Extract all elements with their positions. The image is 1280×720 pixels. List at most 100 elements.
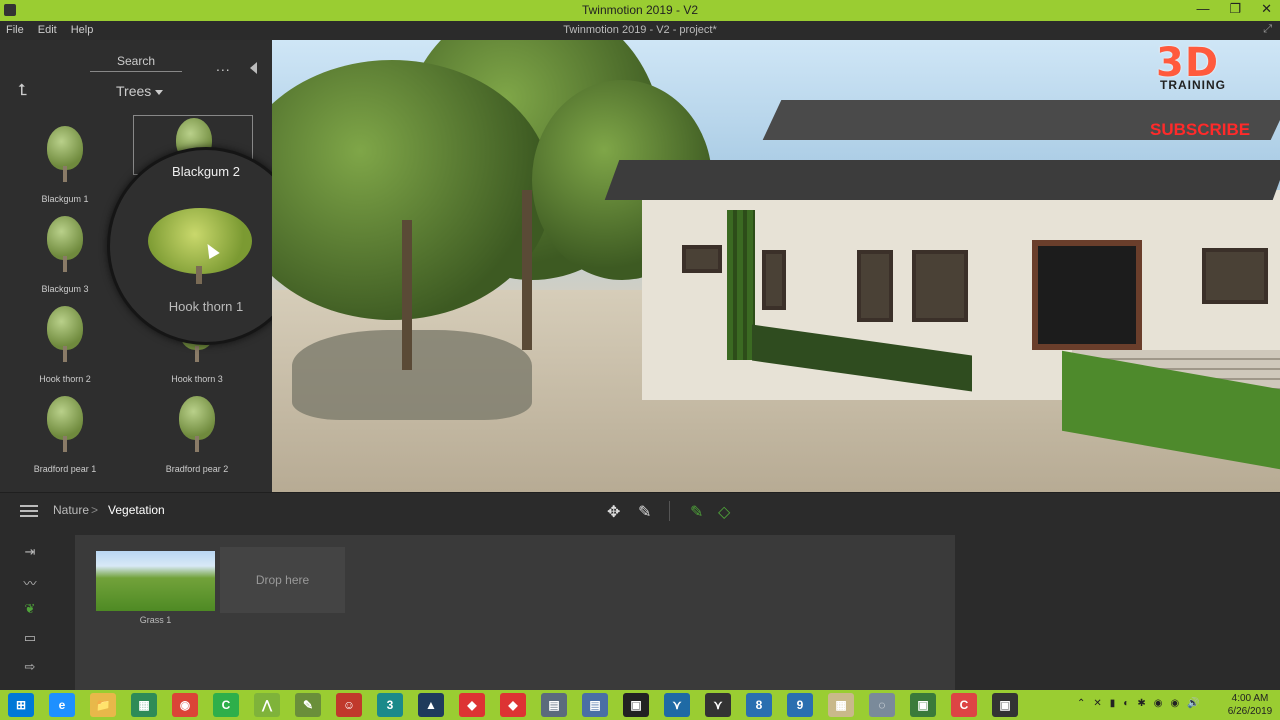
collapse-panel-icon[interactable] <box>250 62 257 74</box>
taskbar-app-icon[interactable]: ▣ <box>623 693 649 717</box>
breadcrumb-separator: > <box>91 503 99 517</box>
house-window <box>912 250 968 322</box>
3d-viewport[interactable]: 3D TRAINING SUBSCRIBE <box>272 40 1280 492</box>
tree-thumbnail <box>41 214 89 274</box>
taskbar-app-icon[interactable]: C <box>213 693 239 717</box>
pond <box>292 330 532 420</box>
breadcrumb-nature[interactable]: Nature <box>53 503 89 517</box>
subscribe-text: SUBSCRIBE <box>1150 120 1251 139</box>
grass-label: Grass 1 <box>139 615 172 625</box>
drop-zone[interactable]: Drop here <box>220 547 345 613</box>
tray-icon[interactable]: ◐ <box>1123 698 1129 709</box>
clock[interactable]: 4:00 AM 6/26/2019 <box>1222 692 1278 718</box>
taskbar-app-icon[interactable]: ☺ <box>336 693 362 717</box>
tree-trunk <box>402 220 412 370</box>
window-title: Twinmotion 2019 - V2 <box>581 3 699 17</box>
taskbar-app-icon[interactable]: ▲ <box>418 693 444 717</box>
house-window <box>682 245 722 273</box>
left-rail: ⇥ 〰 ❦ ▭ ⇨ <box>0 528 75 690</box>
move-tool-icon[interactable]: ✥ <box>607 502 620 522</box>
asset-blackgum-1[interactable]: Blackgum 1 <box>5 124 125 208</box>
maximize-button[interactable]: ❐ <box>1229 1 1241 17</box>
taskbar-app-icon[interactable]: ⋎ <box>705 693 731 717</box>
asset-label: Hook thorn 3 <box>171 374 223 384</box>
leaf-icon[interactable]: ❦ <box>20 601 40 617</box>
taskbar-app-icon[interactable]: ▦ <box>828 693 854 717</box>
eraser-icon[interactable]: ◇ <box>718 502 730 522</box>
taskbar-app-icon[interactable]: ▣ <box>910 693 936 717</box>
taskbar-app-icon[interactable]: e <box>49 693 75 717</box>
asset-label: Blackgum 1 <box>41 194 89 204</box>
taskbar-app-icon[interactable]: 3 <box>377 693 403 717</box>
taskbar-app-icon[interactable]: ⋎ <box>664 693 690 717</box>
tray-icon[interactable]: ◉ <box>1154 698 1163 709</box>
taskbar-app-icon[interactable]: ▤ <box>582 693 608 717</box>
taskbar-app-icon[interactable]: ▤ <box>541 693 567 717</box>
media-icon[interactable]: ▭ <box>20 630 40 646</box>
taskbar-app-icon[interactable]: ◆ <box>459 693 485 717</box>
window-controls: — ❐ ✕ <box>1196 1 1272 17</box>
taskbar-app-icon[interactable]: ⊞ <box>8 693 34 717</box>
tree-thumbnail <box>173 394 221 454</box>
tray-icon[interactable]: ✕ <box>1093 698 1101 709</box>
clock-time: 4:00 AM <box>1231 693 1269 704</box>
paint-brush-icon[interactable]: ✎ <box>690 502 703 522</box>
category-dropdown[interactable]: Trees <box>116 83 164 99</box>
taskbar-app-icon[interactable]: ▦ <box>131 693 157 717</box>
resize-icon[interactable]: ⤢ <box>1263 23 1272 36</box>
house-window <box>1202 248 1268 304</box>
taskbar-app-icon[interactable]: ◌ <box>869 693 895 717</box>
taskbar-app-icon[interactable]: 8 <box>746 693 772 717</box>
system-tray: ⌃ ✕ ▮ ◐ ✱ ◉ ◉ 🔊 <box>1077 698 1200 709</box>
watermark-training: TRAINING <box>1160 78 1226 92</box>
taskbar-app-icon[interactable]: ◉ <box>172 693 198 717</box>
asset-bradford-pear-1[interactable]: Bradford pear 1 <box>5 394 125 478</box>
minimize-button[interactable]: — <box>1196 1 1209 17</box>
tree-thumbnail-large[interactable] <box>148 208 252 274</box>
project-title: Twinmotion 2019 - V2 - project* <box>563 24 717 36</box>
clock-date: 6/26/2019 <box>1227 706 1273 717</box>
taskbar-app-icon[interactable]: ⋀ <box>254 693 280 717</box>
hamburger-menu-icon[interactable] <box>20 505 38 517</box>
tray-icon[interactable]: ◉ <box>1170 698 1179 709</box>
taskbar: ⊞ e 📁 ▦ ◉ C ⋀ ✎ ☺ 3 ▲ ◆ ◆ ▤ ▤ ▣ ⋎ ⋎ 8 9 ▦ ◌ ▣ C ▣ ⌃ ✕ ▮ ◐ ✱ ◉ ◉ 🔊 4:00 … <box>0 690 1280 720</box>
house-window <box>857 250 893 322</box>
export-icon[interactable]: ⇨ <box>20 659 40 675</box>
taskbar-app-icon[interactable]: ◆ <box>500 693 526 717</box>
house-window <box>762 250 786 310</box>
taskbar-app-icon[interactable]: 📁 <box>90 693 116 717</box>
taskbar-app-icon[interactable]: ✎ <box>295 693 321 717</box>
analyze-icon[interactable]: 〰 <box>20 573 40 591</box>
tray-icon[interactable]: ▮ <box>1110 698 1116 709</box>
tray-icon[interactable]: 🔊 <box>1187 698 1199 709</box>
search-field[interactable]: Search <box>90 54 182 72</box>
tree-thumbnail <box>41 124 89 184</box>
breadcrumb-vegetation: Vegetation <box>108 503 165 517</box>
vegetation-panel: Grass 1 Drop here <box>75 535 955 690</box>
back-arrow-icon[interactable]: ⮤ <box>18 82 27 100</box>
grass-thumbnail[interactable] <box>96 551 215 611</box>
tray-icon[interactable]: ✱ <box>1137 698 1145 709</box>
bottom-toolbar: Nature > Vegetation ✥ ✎ ✎ ◇ <box>0 492 1280 528</box>
tray-icon[interactable]: ⌃ <box>1077 698 1085 709</box>
panel-background <box>955 528 1280 690</box>
taskbar-app-icon[interactable]: C <box>951 693 977 717</box>
tree-trunk <box>196 266 202 284</box>
tree-thumbnail <box>41 394 89 454</box>
menu-bar: File Edit Help Twinmotion 2019 - V2 - pr… <box>0 21 1280 40</box>
toolbar-divider <box>669 501 670 521</box>
import-icon[interactable]: ⇥ <box>20 544 40 560</box>
taskbar-app-icon[interactable]: 9 <box>787 693 813 717</box>
eyedropper-icon[interactable]: ✎ <box>638 502 651 522</box>
close-button[interactable]: ✕ <box>1261 1 1272 17</box>
more-options-button[interactable]: ... <box>216 58 231 74</box>
asset-hook-thorn-2[interactable]: Hook thorn 2 <box>5 304 125 388</box>
category-label: Trees <box>116 83 152 99</box>
green-column <box>727 210 755 360</box>
asset-bradford-pear-2[interactable]: Bradford pear 2 <box>137 394 257 478</box>
house-door <box>1032 240 1142 350</box>
chevron-down-icon <box>155 89 164 95</box>
asset-label: Blackgum 3 <box>41 284 89 294</box>
asset-label: Bradford pear 2 <box>165 464 229 474</box>
taskbar-app-icon[interactable]: ▣ <box>992 693 1018 717</box>
